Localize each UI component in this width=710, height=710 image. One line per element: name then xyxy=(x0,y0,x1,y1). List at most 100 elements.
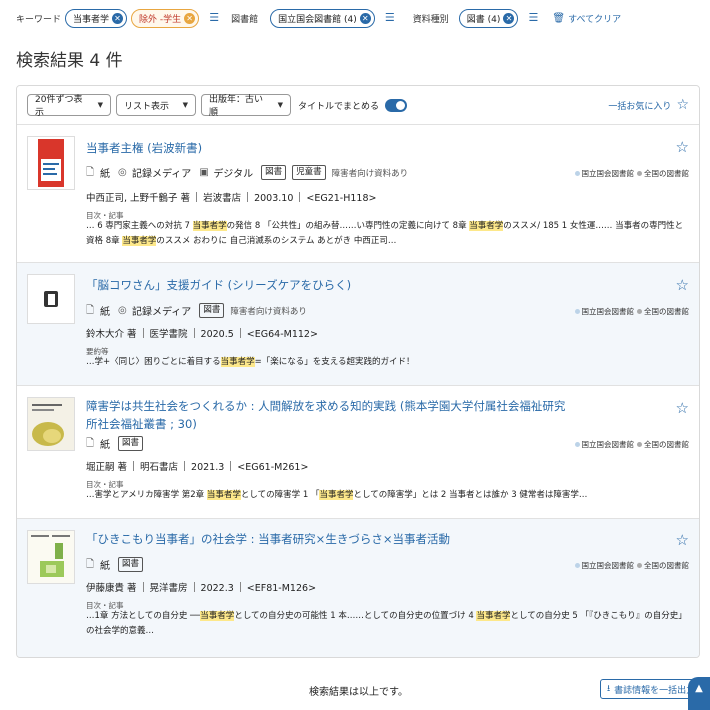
type-tag: 図書 xyxy=(199,303,225,318)
media-row: 🗋 紙 ◎ 記録メディア 図書 障害者向け資料あり xyxy=(86,303,307,318)
all-libraries-dot-icon xyxy=(637,563,642,568)
media-digital: ▣ デジタル xyxy=(199,167,254,180)
media-recording: ◎ 記録メディア xyxy=(118,305,192,318)
paper-icon: 🗋 xyxy=(86,559,95,570)
accessibility-note: 障害者向け資料あり xyxy=(331,168,409,179)
snippet-segment: としての自分史の可能性 1 本……としての自分史の位置づけ 4 xyxy=(234,611,477,621)
media-paper: 🗋 紙 xyxy=(86,438,110,451)
view-select[interactable]: リスト表示 ▼ xyxy=(116,94,196,116)
snippet-text: …害学とアメリカ障害学 第2章 当事者学としての障害学 1 「当事者学としての障… xyxy=(86,488,691,503)
media-paper: 🗋 紙 xyxy=(86,559,110,572)
bib-row: 伊藤康貴 著晃洋書房 2022.3 <EF81-M126> xyxy=(86,582,317,594)
page-title: 検索結果 4 件 xyxy=(16,51,123,71)
ndl-dot-icon xyxy=(574,309,580,314)
chevron-down-icon: ▼ xyxy=(277,101,283,109)
download-icon: ⭳ xyxy=(607,684,611,694)
snippet-text: … 6 専門家主義への対抗 7 当事者学の発信 8 「公共性」の組み替……い専門… xyxy=(86,219,691,249)
snippet-text: …学+〈同じ〉困りごとに着目する当事者学=「楽になる」を支える超実践的ガイド！ xyxy=(86,355,691,370)
close-icon[interactable]: ✕ xyxy=(184,12,196,24)
snippet-segment: =「楽になる」を支える超実践的ガイド！ xyxy=(254,357,415,367)
all-libraries-dot-icon xyxy=(637,171,642,176)
result-title-link[interactable]: 障害学は共生社会をつくれるか : 人間解放を求める知的実践 (熊本学園大学付属社… xyxy=(86,397,576,433)
highlighted-term: 当事者学 xyxy=(200,611,235,621)
star-icon[interactable]: ☆ xyxy=(676,276,689,294)
type-tag: 図書 xyxy=(261,165,287,180)
library-chip[interactable]: 国立国会図書館 (4) ✕ xyxy=(270,8,375,28)
snippet-segment: … 6 専門家主義への対抗 7 xyxy=(86,221,193,231)
type-tag: 図書 xyxy=(118,557,144,572)
keyword-chip[interactable]: 当事者学 ✕ xyxy=(65,8,128,28)
per-page-select[interactable]: 20件ずつ表示 ▼ xyxy=(27,94,111,118)
media-paper: 🗋 紙 xyxy=(86,167,110,180)
book-cover-placeholder[interactable] xyxy=(27,274,75,324)
media-row: 🗋 紙 ◎ 記録メディア ▣ デジタル 図書 児童書 障害者向け資料あり xyxy=(86,165,408,180)
all-libraries-dot-icon xyxy=(637,442,642,447)
filter-settings-icon[interactable]: ☰ xyxy=(207,12,221,24)
star-icon[interactable]: ☆ xyxy=(676,138,689,156)
media-recording: ◎ 記録メディア xyxy=(118,167,192,180)
book-icon xyxy=(44,291,58,307)
snippet-segment: としての障害学 1 「 xyxy=(240,490,320,500)
ndl-dot-icon xyxy=(574,171,580,176)
book-cover[interactable] xyxy=(27,397,75,451)
highlighted-term: 当事者学 xyxy=(469,221,504,231)
results-toolbar: 20件ずつ表示 ▼ リスト表示 ▼ 出版年：古い順 ▼ タイトルでまとめる 一括お気に… xyxy=(17,86,699,125)
holding-libraries: 国立国会図書館 全国の図書館 xyxy=(572,439,689,450)
bib-row: 堀正嗣 著明石書店 2021.3 <EG61-M261> xyxy=(86,461,309,473)
chevron-up-icon: ▲ xyxy=(695,683,703,694)
highlighted-term: 当事者学 xyxy=(220,357,255,367)
exclude-chip[interactable]: 除外 -学生 ✕ xyxy=(131,8,200,28)
trash-icon: 🗑 xyxy=(552,12,566,24)
type-label: 資料種別 xyxy=(412,14,449,25)
accessibility-note: 障害者向け資料あり xyxy=(230,306,307,317)
all-libraries-dot-icon xyxy=(637,309,642,314)
result-item: 障害学は共生社会をつくれるか : 人間解放を求める知的実践 (熊本学園大学付属社… xyxy=(17,386,699,519)
highlighted-term: 当事者学 xyxy=(122,236,157,246)
back-to-top-button[interactable]: ▲ xyxy=(688,677,710,710)
paper-icon: 🗋 xyxy=(86,438,95,449)
snippet-segment: の発信 8 「公共性」の組み替……い専門性の定義に向けて 8章 xyxy=(226,221,470,231)
group-by-title-toggle[interactable] xyxy=(385,98,408,112)
result-title-link[interactable]: 当事者主権 (岩波新書) xyxy=(86,139,576,157)
result-title-link[interactable]: 「ひきこもり当事者」の社会学 : 当事者研究×生きづらさ×当事者活動 xyxy=(86,530,576,548)
result-title-link[interactable]: 「脳コワさん」支援ガイド (シリーズケアをひらく) xyxy=(86,276,576,294)
favorite-all-button[interactable]: 一括お気に入り ☆ xyxy=(608,97,689,113)
paper-icon: 🗋 xyxy=(86,305,95,316)
close-icon[interactable]: ✕ xyxy=(112,12,124,24)
ndl-dot-icon xyxy=(574,442,580,447)
keyword-label: キーワード xyxy=(16,14,62,25)
type-tag: 図書 xyxy=(118,436,144,451)
book-cover[interactable] xyxy=(27,136,75,190)
type-chip[interactable]: 図書 (4) ✕ xyxy=(458,8,519,28)
close-icon[interactable]: ✕ xyxy=(359,12,371,24)
star-icon[interactable]: ☆ xyxy=(676,399,689,417)
star-icon: ☆ xyxy=(676,97,689,113)
snippet-segment: のススメ おわりに 自己消滅系のシステム あとがき 中西正司… xyxy=(156,236,397,246)
bib-row: 中西正司, 上野千鶴子 著岩波書店 2003.10 <EG21-H118> xyxy=(86,192,377,204)
snippet-segment: …学+〈同じ〉困りごとに着目する xyxy=(86,357,221,367)
star-icon[interactable]: ☆ xyxy=(676,531,689,549)
highlighted-term: 当事者学 xyxy=(206,490,241,500)
snippet-text: …1章 方法としての自分史 ──当事者学としての自分史の可能性 1 本……として… xyxy=(86,609,691,639)
ndl-dot-icon xyxy=(574,563,580,568)
filter-settings-icon[interactable]: ☰ xyxy=(526,12,540,24)
paper-icon: 🗋 xyxy=(86,167,95,178)
disc-icon: ◎ xyxy=(118,305,127,316)
filter-settings-icon[interactable]: ☰ xyxy=(383,12,397,24)
result-item: 「脳コワさん」支援ガイド (シリーズケアをひらく) ☆ 🗋 紙 ◎ 記録メディア 図… xyxy=(17,263,699,386)
clear-all-button[interactable]: 🗑 すべてクリア xyxy=(552,12,621,25)
holding-libraries: 国立国会図書館 全国の図書館 xyxy=(572,560,689,571)
snippet-segment: …害学とアメリカ障害学 第2章 xyxy=(86,490,207,500)
close-icon[interactable]: ✕ xyxy=(503,12,515,24)
book-cover[interactable] xyxy=(27,530,75,584)
snippet-segment: としての障害学」とは 2 当事者とは誰か 3 健常者は障害学… xyxy=(353,490,588,500)
sort-select[interactable]: 出版年：古い順 ▼ xyxy=(201,94,291,118)
book-cover-image xyxy=(28,531,74,583)
chevron-down-icon: ▼ xyxy=(97,101,103,109)
book-cover-image xyxy=(28,398,74,450)
type-tag: 児童書 xyxy=(292,165,326,180)
media-row: 🗋 紙 図書 xyxy=(86,436,149,451)
highlighted-term: 当事者学 xyxy=(476,611,511,621)
chevron-down-icon: ▼ xyxy=(182,101,188,109)
highlighted-term: 当事者学 xyxy=(319,490,354,500)
